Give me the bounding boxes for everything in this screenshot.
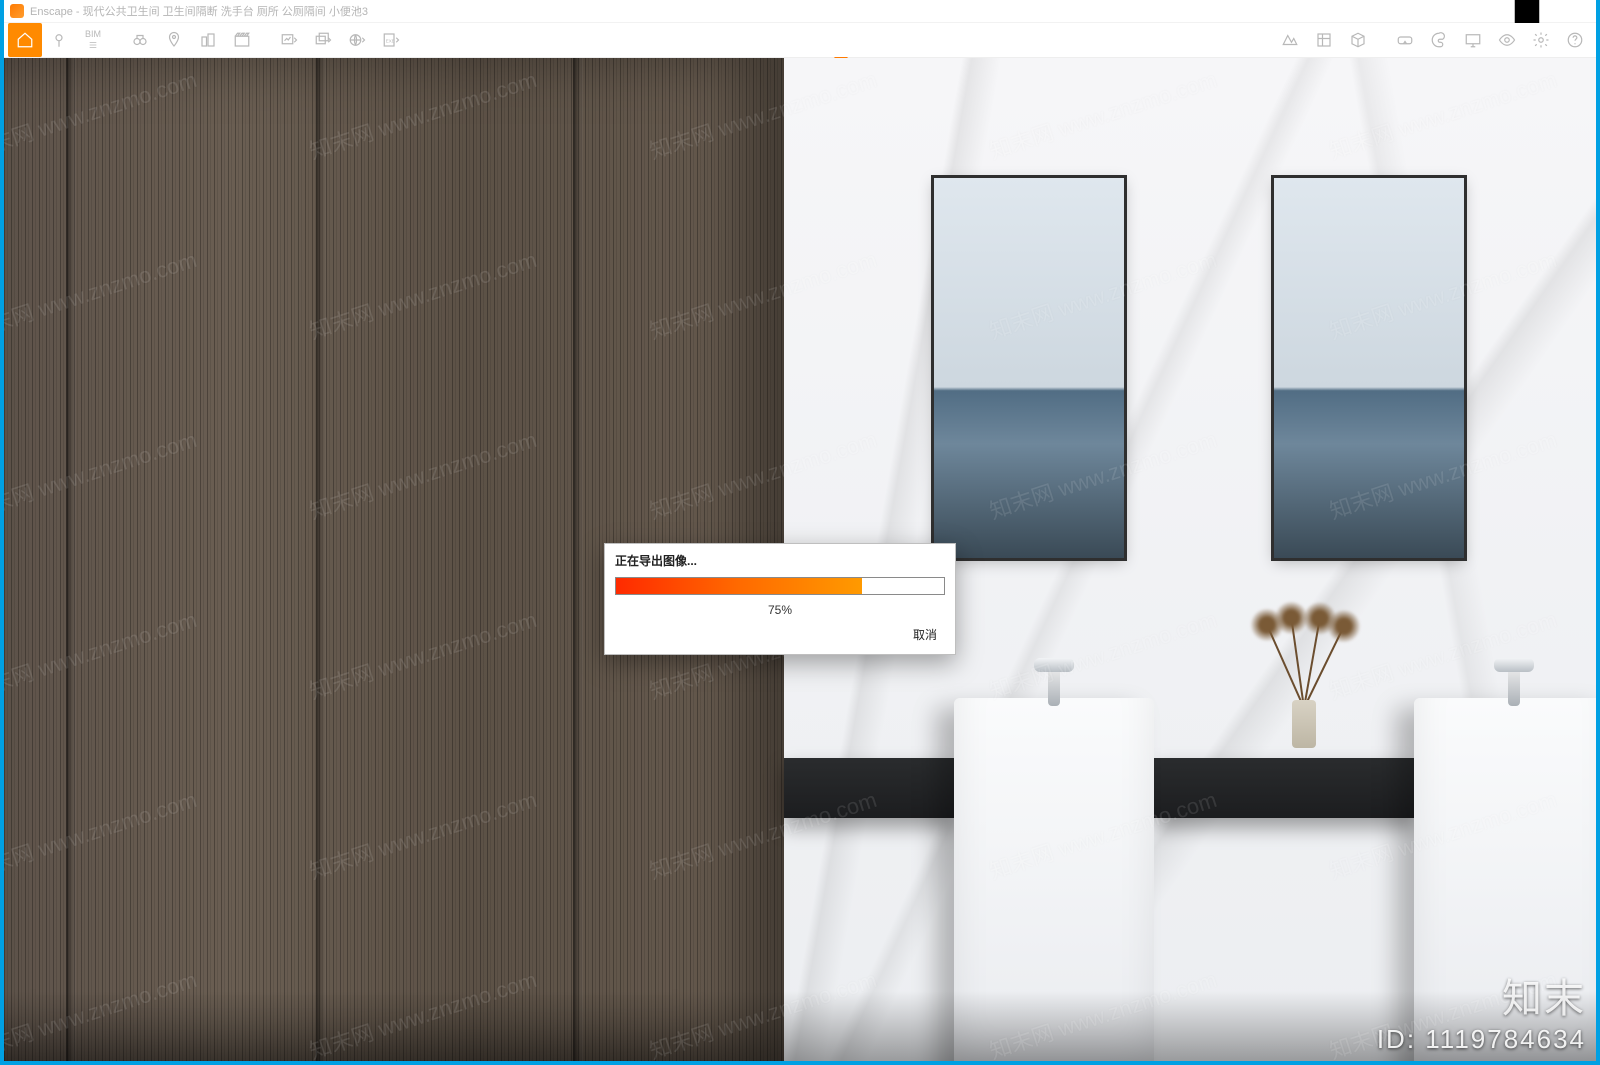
visibility-icon	[1498, 31, 1516, 49]
export-batch-icon	[314, 31, 332, 49]
maximize-button[interactable]	[1506, 0, 1548, 22]
gear-icon	[1532, 31, 1550, 49]
vr-button[interactable]	[1388, 23, 1422, 57]
favorite-views-button[interactable]	[42, 23, 76, 57]
scene-counter	[1154, 758, 1414, 818]
toolbar-spacer	[408, 23, 1273, 57]
cube-icon	[1349, 31, 1367, 49]
toolbar: BIM	[4, 23, 1596, 58]
window-controls	[1464, 0, 1590, 22]
render-viewport[interactable]: 知末网 www.znzmo.com知末网 www.znzmo.com知末网 ww…	[4, 58, 1596, 1061]
window-title: Enscape - 现代公共卫生间 卫生间隔断 洗手台 厕所 公厕隔间 小便池3	[30, 3, 1464, 19]
bim-label: BIM	[85, 30, 101, 39]
scene-counter	[784, 758, 954, 818]
vr-headset-icon	[1396, 31, 1414, 49]
progress-percent-label: 75%	[605, 599, 955, 625]
visual-presets-button[interactable]	[1422, 23, 1456, 57]
export-exe-button[interactable]: EXE	[374, 23, 408, 57]
monitor-icon	[1464, 31, 1482, 49]
scene-stall-divider	[573, 58, 583, 1061]
home-button[interactable]	[8, 23, 42, 57]
app-window: Enscape - 现代公共卫生间 卫生间隔断 洗手台 厕所 公厕隔间 小便池3…	[4, 0, 1596, 1061]
site-context-button[interactable]	[1273, 23, 1307, 57]
panorama-icon	[348, 31, 366, 49]
export-progress-dialog: 正在导出图像... 75% 取消	[604, 543, 956, 655]
asset-library-icon	[1315, 31, 1333, 49]
buildings-icon	[199, 31, 217, 49]
help-button[interactable]	[1558, 23, 1592, 57]
scene-stall-divider	[316, 58, 326, 1061]
toolbar-right	[1273, 23, 1592, 57]
app-logo-icon	[10, 4, 24, 18]
close-button[interactable]	[1548, 0, 1590, 22]
home-icon	[16, 31, 34, 49]
progress-bar	[615, 577, 945, 595]
pin-icon	[50, 31, 68, 49]
map-marker-icon	[165, 31, 183, 49]
dialog-actions: 取消	[605, 625, 955, 654]
walk-mode-button[interactable]	[123, 23, 157, 57]
orthographic-button[interactable]	[191, 23, 225, 57]
asset-library-button[interactable]	[1307, 23, 1341, 57]
help-icon	[1566, 31, 1584, 49]
progress-fill	[616, 578, 862, 594]
cancel-button[interactable]: 取消	[907, 625, 943, 644]
visibility-button[interactable]	[1490, 23, 1524, 57]
dialog-title: 正在导出图像...	[605, 544, 955, 575]
scene-mirror	[934, 178, 1124, 558]
scene-stall-divider	[66, 58, 76, 1061]
minimize-button[interactable]	[1464, 0, 1506, 22]
map-location-button[interactable]	[157, 23, 191, 57]
svg-text:EXE: EXE	[386, 38, 395, 43]
binoculars-icon	[131, 31, 149, 49]
display-button[interactable]	[1456, 23, 1490, 57]
scene-plant	[1274, 618, 1334, 748]
site-context-icon	[1281, 31, 1299, 49]
video-path-button[interactable]	[225, 23, 259, 57]
palette-icon	[1430, 31, 1448, 49]
settings-button[interactable]	[1524, 23, 1558, 57]
scene-mirror	[1274, 178, 1464, 558]
scene-floor-shadow	[4, 991, 1596, 1061]
export-exe-icon: EXE	[382, 31, 400, 49]
screenshot-button[interactable]	[272, 23, 306, 57]
toolbar-left: BIM	[8, 23, 408, 57]
bim-menu-icon	[86, 40, 100, 50]
titlebar: Enscape - 现代公共卫生间 卫生间隔断 洗手台 厕所 公厕隔间 小便池3	[4, 0, 1596, 23]
export-image-icon	[280, 31, 298, 49]
cube-view-button[interactable]	[1341, 23, 1375, 57]
clapperboard-icon	[233, 31, 251, 49]
batch-render-button[interactable]	[306, 23, 340, 57]
bim-menu-button[interactable]: BIM	[76, 23, 110, 57]
panorama-button[interactable]	[340, 23, 374, 57]
